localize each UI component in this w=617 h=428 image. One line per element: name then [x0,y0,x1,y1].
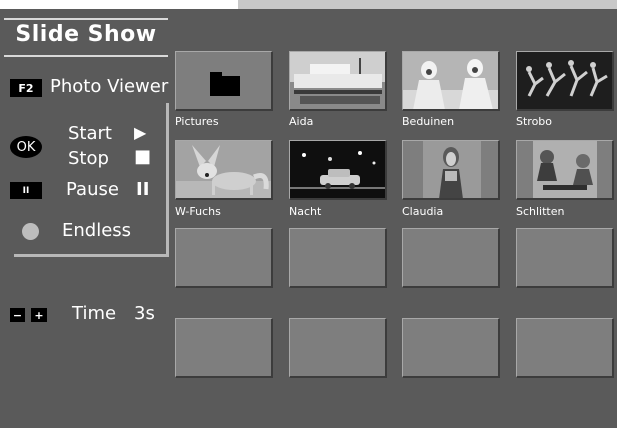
thumbnail-caption: Claudia [402,205,444,218]
play-icon: ▶ [134,123,147,142]
time-label: Time [72,303,117,324]
empty-thumbnail-slot [516,318,614,378]
thumbnail-strobo[interactable] [516,51,614,111]
page-title: Slide Show [15,22,157,47]
thumbnail-aida[interactable] [289,51,387,111]
empty-thumbnail-slot [516,228,614,288]
thumbnail-nacht[interactable] [289,140,387,200]
endless-label[interactable]: Endless [62,220,131,241]
thumbnail-caption: W-Fuchs [175,205,221,218]
endless-indicator-dot[interactable] [22,223,39,240]
title-top-rule [4,18,168,20]
f2-key[interactable]: F2 [10,79,42,97]
time-plus-key[interactable]: + [31,308,47,322]
thumbnail-w-fuchs[interactable] [175,140,273,200]
folder-icon [210,72,240,96]
stop-icon: ■ [134,146,152,167]
ship-photo [290,52,385,109]
thumbnail-schlitten[interactable] [516,140,614,200]
top-strip [0,0,238,9]
thumbnail-caption: Aida [289,115,314,128]
start-label[interactable]: Start [68,123,112,144]
thumbnail-pictures[interactable] [175,51,273,111]
night-car-photo [290,141,385,198]
thumbnail-caption: Beduinen [402,115,455,128]
pause-key[interactable]: II [10,182,42,199]
sled-photo [517,141,612,198]
top-strip-right [238,0,617,9]
pause-icon: II [136,179,150,200]
woman-portrait-photo [403,141,498,198]
empty-thumbnail-slot [175,228,273,288]
empty-thumbnail-slot [289,228,387,288]
thumbnail-caption: Schlitten [516,205,565,218]
ok-button[interactable]: OK [10,136,42,158]
empty-thumbnail-slot [402,228,500,288]
thumbnail-claudia[interactable] [402,140,500,200]
bedouins-photo [403,52,498,109]
fox-photo [176,141,271,198]
time-value: 3s [134,303,155,324]
empty-thumbnail-slot [175,318,273,378]
empty-thumbnail-slot [289,318,387,378]
time-minus-key[interactable]: − [10,308,25,322]
stop-label[interactable]: Stop [68,148,109,169]
pause-label[interactable]: Pause [66,179,119,200]
thumbnail-caption: Pictures [175,115,219,128]
empty-thumbnail-slot [402,318,500,378]
title-bottom-rule [4,55,168,57]
thumbnail-beduinen[interactable] [402,51,500,111]
strobe-dancer-photo [517,52,612,109]
thumbnail-caption: Nacht [289,205,322,218]
thumbnail-caption: Strobo [516,115,553,128]
photo-viewer-label[interactable]: Photo Viewer [50,76,168,97]
